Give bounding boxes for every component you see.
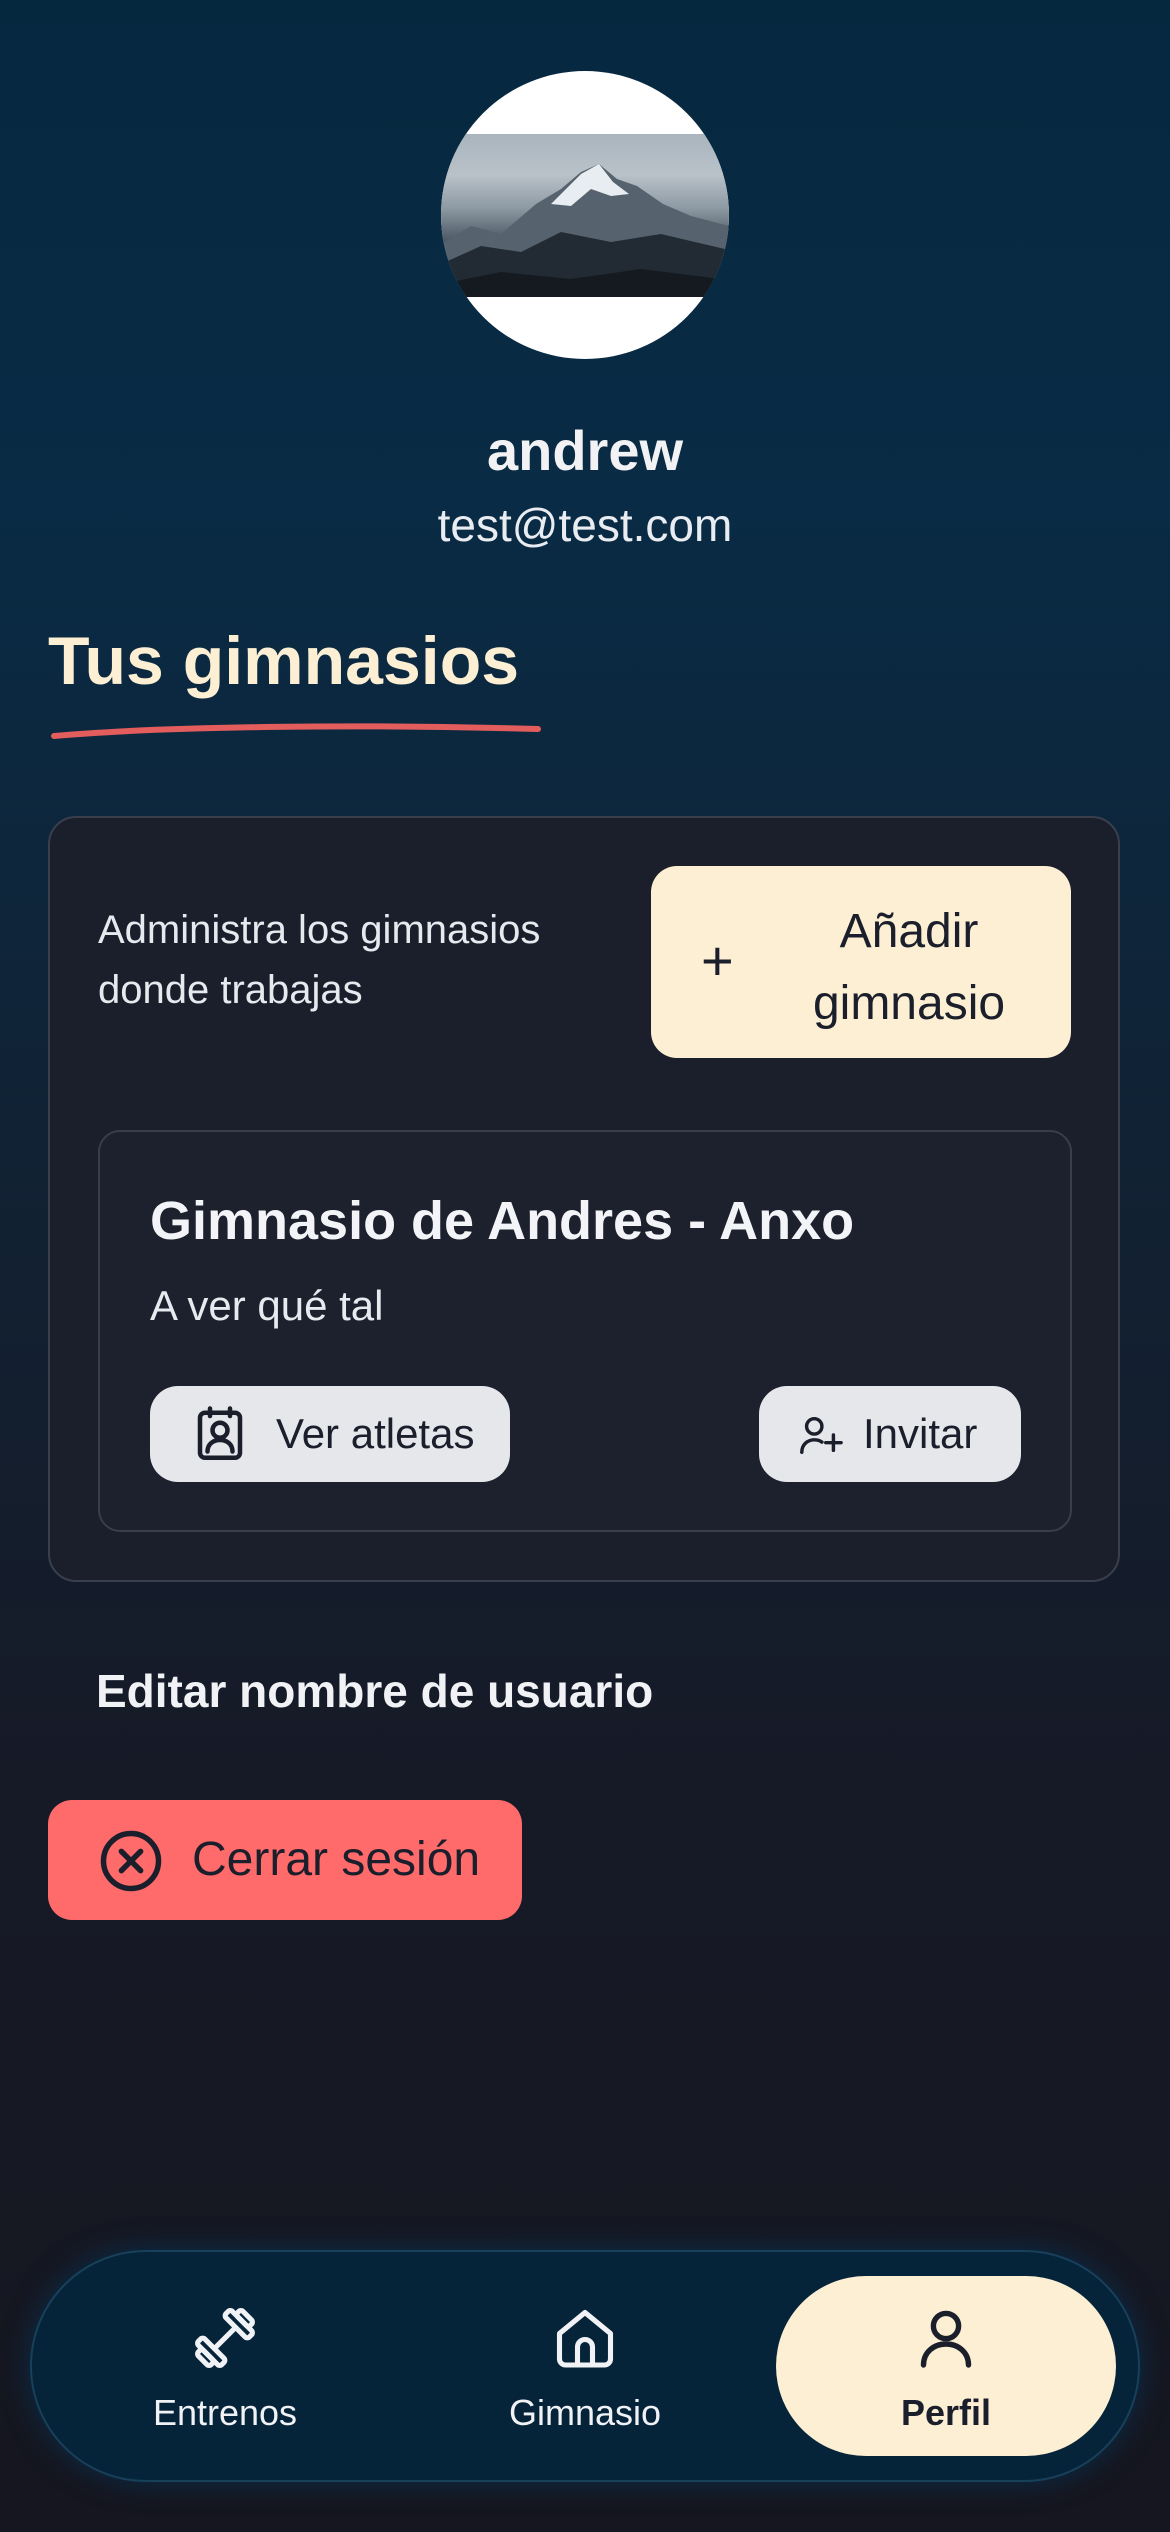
logout-button[interactable]: Cerrar sesión [48,1800,522,1920]
edit-username-link[interactable]: Editar nombre de usuario [96,1664,653,1718]
user-icon [920,2310,972,2368]
user-name: andrew [486,419,684,482]
plus-icon: + [701,929,734,992]
invite-label: Invitar [863,1410,978,1457]
nav-label-workouts: Entrenos [152,2392,298,2433]
view-athletes-label: Ver atletas [276,1410,475,1457]
title-underline [51,723,541,739]
home-icon [556,2309,614,2368]
nav-item-workouts[interactable]: Entrenos [100,2276,350,2456]
contact-card-icon [197,1406,243,1460]
nav-label-gym: Gimnasio [508,2392,662,2433]
gyms-description: Administra los gimnasios donde trabajas [98,908,541,1012]
mountain-photo [441,134,729,297]
view-athletes-button[interactable]: Ver atletas [150,1386,510,1482]
add-gym-label: Añadir gimnasio [812,905,1006,1030]
nav-item-gym[interactable]: Gimnasio [460,2276,710,2456]
close-circle-icon [100,1830,162,1892]
nav-label-profile: Perfil [900,2392,992,2433]
gym-name: Gimnasio de Andres - Anxo [150,1191,855,1251]
profile-avatar[interactable] [441,71,729,359]
dumbbell-icon [195,2308,255,2368]
user-plus-icon [800,1416,843,1454]
user-email: test@test.com [437,499,733,551]
logout-label: Cerrar sesión [192,1833,481,1886]
nav-item-profile[interactable]: Perfil [776,2276,1116,2456]
section-title: Tus gimnasios [48,623,520,699]
add-gym-button[interactable]: + Añadir gimnasio [651,866,1071,1058]
gym-description: A ver qué tal [150,1282,384,1329]
invite-button[interactable]: Invitar [759,1386,1021,1482]
